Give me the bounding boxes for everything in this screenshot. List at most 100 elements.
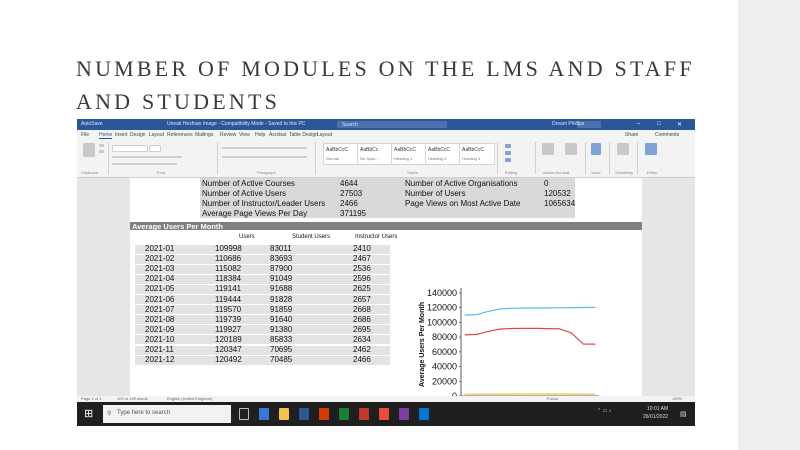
acrobat-app-icon[interactable] xyxy=(359,408,369,420)
autosave-toggle[interactable]: AutoSave xyxy=(81,121,103,127)
zoom-level[interactable]: 100% xyxy=(672,396,682,401)
table-cell-month: 2021-08 xyxy=(145,314,175,324)
minimize-icon[interactable]: – xyxy=(637,121,640,127)
notifications-icon[interactable]: ▤ xyxy=(680,410,687,418)
menu-item-references[interactable]: References xyxy=(167,132,193,138)
table-cell-students: 87900 xyxy=(270,264,293,274)
windows-start-icon[interactable]: ⊞ xyxy=(84,408,96,420)
search-box[interactable]: Search xyxy=(337,121,447,128)
table-cell-users: 119141 xyxy=(215,284,242,294)
data-point-instructor-users xyxy=(547,393,549,395)
menu-item-view[interactable]: View xyxy=(239,132,250,138)
ribbon-group-label: Clipboard xyxy=(81,170,99,175)
table-cell-month: 2021-10 xyxy=(145,334,175,344)
table-cell-instructors: 2668 xyxy=(353,304,371,314)
font-name-select[interactable] xyxy=(112,145,148,152)
request-signatures-icon[interactable] xyxy=(565,143,577,155)
paragraph-list-buttons[interactable] xyxy=(222,147,307,149)
cut-icon[interactable] xyxy=(99,144,104,147)
user-name: Dream Phillips xyxy=(552,121,585,127)
create-pdf-icon[interactable] xyxy=(542,143,554,155)
dictate-icon[interactable] xyxy=(591,143,601,155)
taskbar-search[interactable]: ⚲ Type here to search xyxy=(103,405,231,423)
table-cell-students: 91828 xyxy=(270,294,293,304)
copy-icon[interactable] xyxy=(99,150,104,153)
replace-icon[interactable] xyxy=(505,151,511,155)
clock-time: 10:01 AM xyxy=(647,406,669,412)
data-point-instructor-users xyxy=(594,393,596,395)
table-cell-month: 2021-09 xyxy=(145,324,175,334)
style-sample: AaBbCcC xyxy=(428,147,450,153)
summary-value2: 120532 xyxy=(544,189,571,198)
comments-button[interactable]: Comments xyxy=(655,132,679,138)
table-cell-students: 85833 xyxy=(270,334,293,344)
style-heading-3[interactable]: AaBbCcC Heading 3 xyxy=(459,143,495,165)
table-cell-instructors: 2467 xyxy=(353,254,371,264)
style-heading-1[interactable]: AaBbCcC Heading 1 xyxy=(391,143,427,165)
menu-item-insert[interactable]: Insert xyxy=(115,132,128,138)
data-point-student-users xyxy=(523,327,525,329)
table-cell-users: 109998 xyxy=(215,244,242,253)
menu-item-layout[interactable]: Layout xyxy=(317,132,332,138)
ribbon-group-label: Styles xyxy=(407,170,418,175)
font-size-select[interactable] xyxy=(149,145,161,152)
menu-item-layout[interactable]: Layout xyxy=(149,132,164,138)
menu-item-help[interactable]: Help xyxy=(255,132,265,138)
menu-item-design[interactable]: Design xyxy=(130,132,146,138)
teams-app-icon[interactable] xyxy=(399,408,409,420)
menu-item-home[interactable]: Home xyxy=(99,132,113,139)
word-app-icon[interactable] xyxy=(299,408,309,420)
style-normal[interactable]: AaBbCcC Normal xyxy=(323,143,359,165)
y-tick-label: 120000 xyxy=(427,303,457,313)
clock-date: 26/01/2022 xyxy=(643,414,669,420)
focus-button[interactable]: Focus xyxy=(547,396,558,401)
data-point-instructor-users xyxy=(582,393,584,395)
powerpoint-app-icon[interactable] xyxy=(319,408,329,420)
close-icon[interactable]: ✕ xyxy=(677,121,682,128)
style-no-spac-[interactable]: AaBbCc No Spac... xyxy=(357,143,393,165)
ribbon-group-label: Adobe Acrobat xyxy=(543,170,570,175)
data-point-student-users xyxy=(582,343,584,345)
chrome-app-icon[interactable] xyxy=(379,408,389,420)
ribbon-group-label: Font xyxy=(157,170,166,175)
menu-item-mailings[interactable]: Mailings xyxy=(195,132,213,138)
summary-label: Average Page Views Per Day xyxy=(202,209,308,218)
paste-icon[interactable] xyxy=(83,143,95,157)
style-heading-2[interactable]: AaBbCcC Heading 2 xyxy=(425,143,461,165)
data-point-instructor-users xyxy=(464,393,466,395)
table-cell-users: 120189 xyxy=(215,334,242,344)
file-explorer-icon[interactable] xyxy=(279,408,289,420)
table-cell-users: 120347 xyxy=(215,345,242,354)
ribbon-group-label: Editor xyxy=(647,170,658,175)
sensitivity-icon[interactable] xyxy=(617,143,629,155)
table-cell-users: 110686 xyxy=(215,254,242,264)
data-point-student-users xyxy=(559,328,561,330)
menu-item-acrobat[interactable]: Acrobat xyxy=(269,132,286,138)
excel-app-icon[interactable] xyxy=(339,408,349,420)
y-tick-label: 140000 xyxy=(427,288,457,298)
data-point-instructor-users xyxy=(559,393,561,395)
summary-value2: 1065634 xyxy=(544,199,576,208)
maximize-icon[interactable]: □ xyxy=(657,121,661,127)
menu-item-review[interactable]: Review xyxy=(220,132,236,138)
task-view-icon[interactable] xyxy=(239,408,249,420)
font-format-buttons[interactable] xyxy=(112,156,182,158)
select-icon[interactable] xyxy=(505,158,511,162)
language[interactable]: English (United Kingdom) xyxy=(167,396,212,401)
paragraph-align-buttons[interactable] xyxy=(222,156,307,158)
table-cell-instructors: 2462 xyxy=(353,345,371,354)
editor-icon[interactable] xyxy=(645,143,657,155)
style-name: Heading 2 xyxy=(428,156,447,161)
edge-icon[interactable] xyxy=(259,408,269,420)
share-button[interactable]: Share xyxy=(625,132,638,138)
menu-item-table-design[interactable]: Table Design xyxy=(289,132,318,138)
data-point-users xyxy=(523,307,525,309)
outlook-app-icon[interactable] xyxy=(419,408,429,420)
table-header: Users xyxy=(239,234,255,240)
tray-icons[interactable]: ⌃ ▭ ♪ xyxy=(597,408,611,414)
font-color-buttons[interactable] xyxy=(112,163,177,165)
find-icon[interactable] xyxy=(505,144,511,148)
data-point-instructor-users xyxy=(570,393,572,395)
slide-side-band xyxy=(738,0,800,450)
menu-item-file[interactable]: File xyxy=(81,132,89,138)
